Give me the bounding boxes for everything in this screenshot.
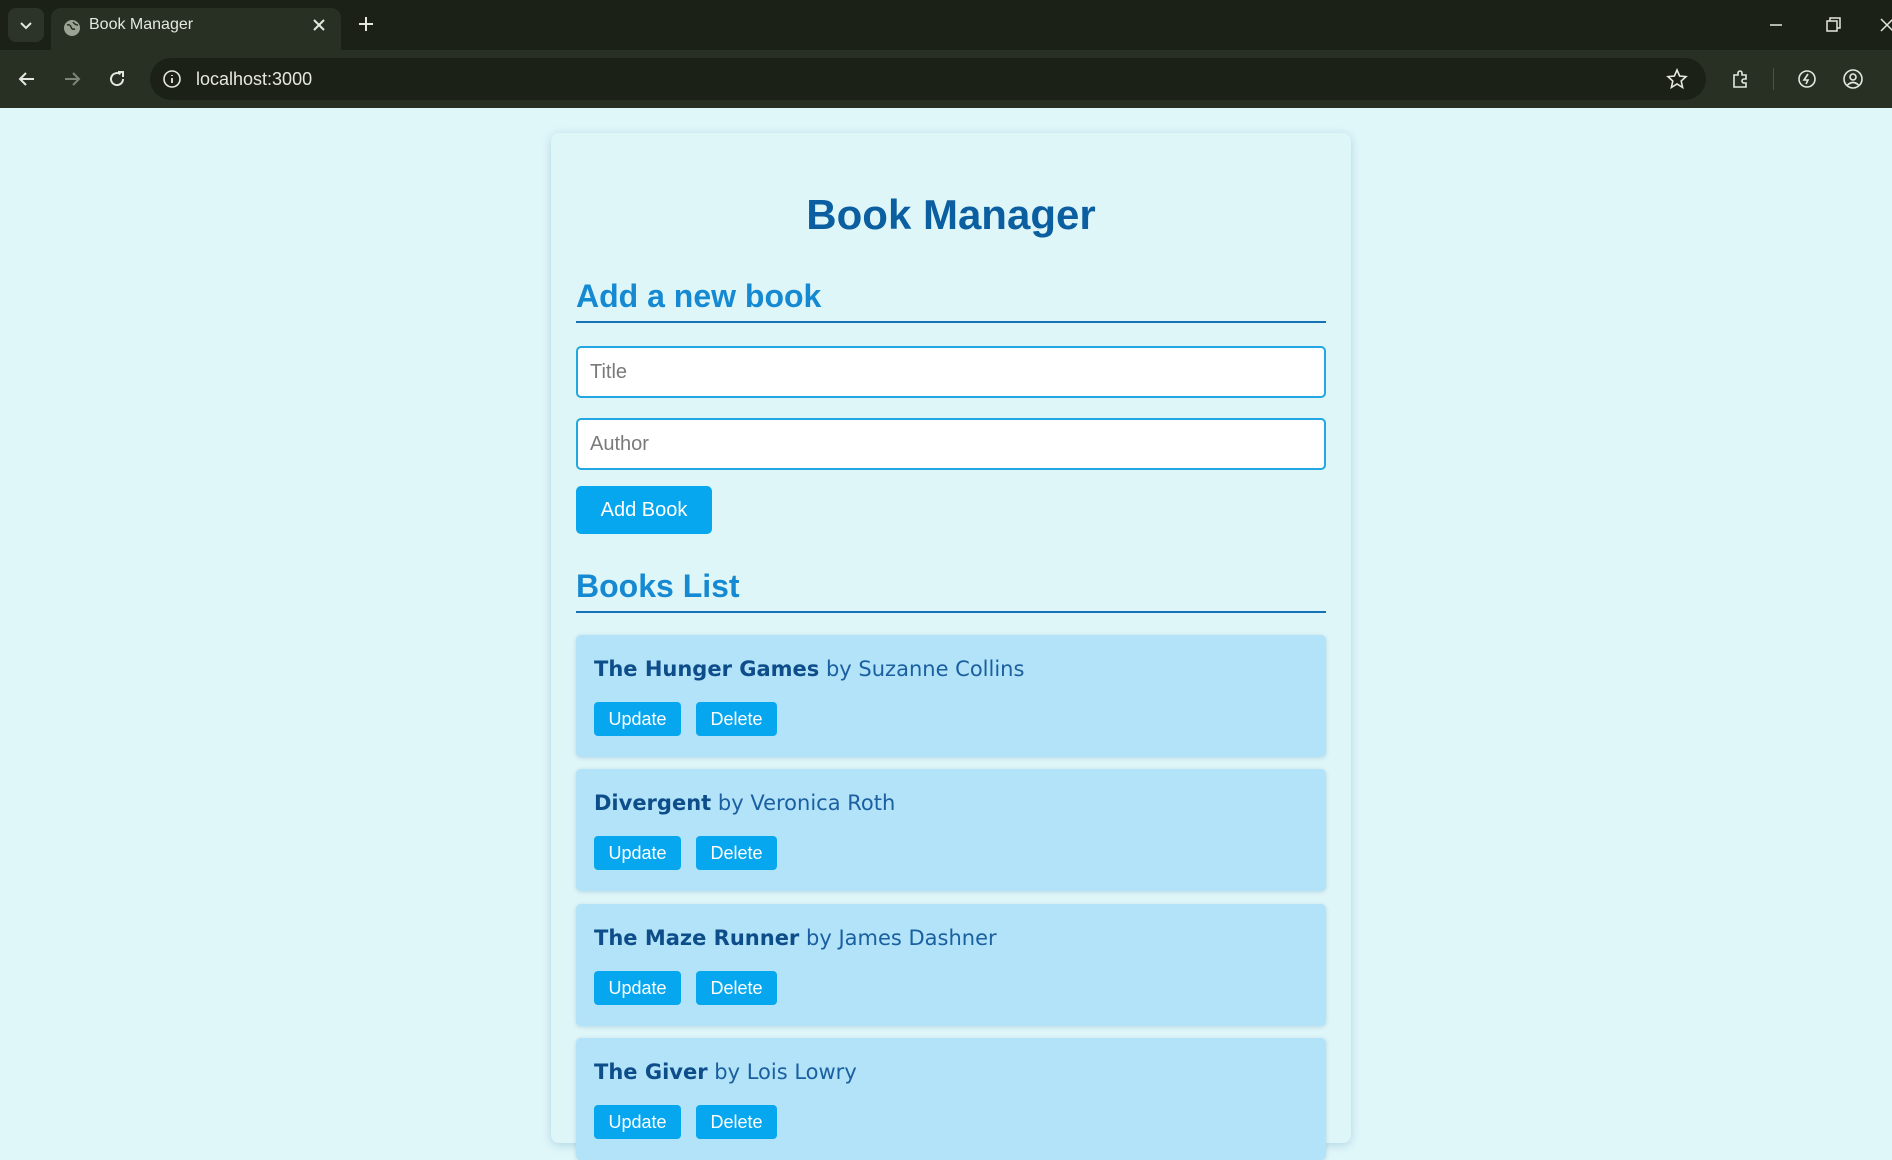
delete-button[interactable]: Delete: [696, 702, 777, 736]
close-tab-icon[interactable]: [311, 17, 327, 33]
book-item: The Maze Runner by James Dashner Update …: [576, 904, 1326, 1026]
url-text: localhost:3000: [196, 69, 313, 89]
book-item: Divergent by Veronica Roth Update Delete: [576, 769, 1326, 891]
update-button[interactable]: Update: [594, 836, 681, 870]
page-title: Book Manager: [806, 191, 1096, 238]
minimize-icon[interactable]: [1765, 14, 1787, 36]
book-title: The Hunger Games: [594, 657, 820, 681]
bookmark-star-icon[interactable]: [1666, 68, 1688, 90]
books-list-heading: Books List: [576, 568, 1326, 613]
reload-icon[interactable]: [105, 67, 129, 91]
book-author: Veronica Roth: [750, 791, 896, 815]
book-author: James Dashner: [838, 926, 997, 950]
profile-icon[interactable]: [1841, 67, 1865, 91]
by-text: by: [714, 1060, 741, 1084]
site-info-icon[interactable]: [162, 69, 182, 89]
new-tab-icon[interactable]: [355, 13, 377, 35]
delete-button[interactable]: Delete: [696, 1105, 777, 1139]
book-info: The Giver by Lois Lowry: [594, 1060, 857, 1084]
browser-tab[interactable]: Book Manager: [51, 8, 341, 50]
tab-title: Book Manager: [89, 16, 194, 33]
chevron-down-icon: [20, 22, 32, 30]
add-book-button[interactable]: Add Book: [576, 486, 712, 534]
globe-icon: [64, 20, 80, 36]
update-button[interactable]: Update: [594, 971, 681, 1005]
update-button[interactable]: Update: [594, 702, 681, 736]
forward-arrow-icon[interactable]: [60, 67, 84, 91]
book-info: The Hunger Games by Suzanne Collins: [594, 657, 1024, 681]
address-bar[interactable]: localhost:3000: [150, 58, 1706, 100]
author-input[interactable]: [576, 418, 1326, 470]
book-title: The Giver: [594, 1060, 708, 1084]
close-window-icon[interactable]: [1876, 14, 1892, 36]
delete-button[interactable]: Delete: [696, 971, 777, 1005]
performance-icon[interactable]: [1795, 67, 1819, 91]
browser-toolbar: localhost:3000: [0, 50, 1892, 108]
delete-button[interactable]: Delete: [696, 836, 777, 870]
restore-icon[interactable]: [1822, 14, 1844, 36]
by-text: by: [805, 926, 832, 950]
add-book-heading: Add a new book: [576, 278, 1326, 323]
by-text: by: [717, 791, 744, 815]
title-input[interactable]: [576, 346, 1326, 398]
back-arrow-icon[interactable]: [15, 67, 39, 91]
tab-search-button[interactable]: [8, 8, 44, 42]
book-info: The Maze Runner by James Dashner: [594, 926, 997, 950]
book-item: The Giver by Lois Lowry Update Delete: [576, 1038, 1326, 1160]
toolbar-divider: [1773, 68, 1774, 90]
book-info: Divergent by Veronica Roth: [594, 791, 895, 815]
by-text: by: [825, 657, 852, 681]
book-author: Lois Lowry: [746, 1060, 857, 1084]
book-item: The Hunger Games by Suzanne Collins Upda…: [576, 635, 1326, 757]
book-title: The Maze Runner: [594, 926, 800, 950]
extensions-puzzle-icon[interactable]: [1729, 67, 1753, 91]
browser-tab-bar: Book Manager: [0, 0, 1892, 50]
book-manager-container: Book Manager Add a new book Add Book Boo…: [551, 133, 1351, 1160]
book-title: Divergent: [594, 791, 712, 815]
book-author: Suzanne Collins: [858, 657, 1025, 681]
update-button[interactable]: Update: [594, 1105, 681, 1139]
